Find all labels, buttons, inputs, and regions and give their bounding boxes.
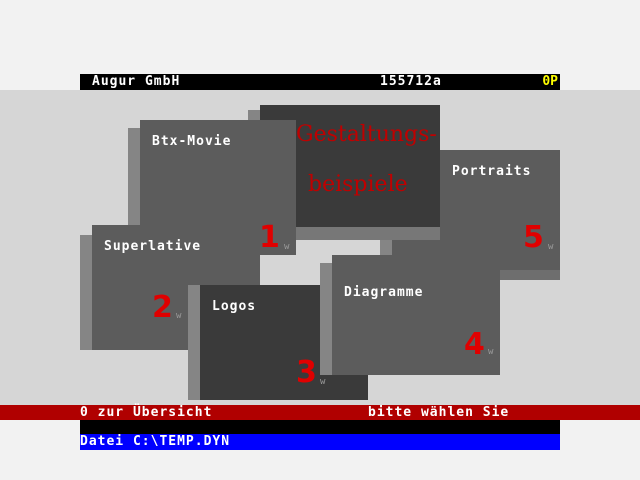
page-number: 155712a xyxy=(380,74,442,89)
tile-number: 4 xyxy=(464,327,485,362)
input-line xyxy=(80,420,560,434)
tile-label: Btx-Movie xyxy=(152,134,232,149)
status-bar: 0 zur Übersicht bitte wählen Sie xyxy=(0,405,640,420)
tile-marker: w xyxy=(176,311,182,321)
tile-label: Logos xyxy=(212,299,257,314)
file-bar: Datei C:\TEMP.DYN xyxy=(80,434,560,450)
tile-side xyxy=(80,235,92,350)
tile-number: 3 xyxy=(296,355,317,390)
tile-number: 2 xyxy=(152,290,173,325)
tile-marker: w xyxy=(548,242,554,252)
tile-label: Diagramme xyxy=(344,285,424,300)
file-path: Datei C:\TEMP.DYN xyxy=(80,434,231,449)
title-line-1: Gestaltungs- xyxy=(296,122,437,147)
tile-label: Superlative xyxy=(104,239,202,254)
selection-prompt: bitte wählen Sie xyxy=(368,405,510,420)
tile-marker: w xyxy=(320,377,326,387)
tile-label: Portraits xyxy=(452,164,532,179)
tile-side xyxy=(320,263,332,375)
tile-marker: w xyxy=(284,242,290,252)
tile-number: 1 xyxy=(259,220,280,255)
menu-stage: Gestaltungs- beispiele Portraits 5 w Btx… xyxy=(0,90,640,405)
tile-number: 5 xyxy=(523,220,544,255)
tile-side xyxy=(188,285,200,400)
company-name: Augur GmbH xyxy=(92,74,181,89)
page-price: 0P xyxy=(542,74,558,89)
tile-marker: w xyxy=(488,347,494,357)
back-to-overview-hint[interactable]: 0 zur Übersicht xyxy=(80,405,212,420)
header-bar: Augur GmbH 155712a 0P xyxy=(80,74,560,90)
menu-tile-diagramme[interactable]: Diagramme 4 w xyxy=(320,255,500,375)
